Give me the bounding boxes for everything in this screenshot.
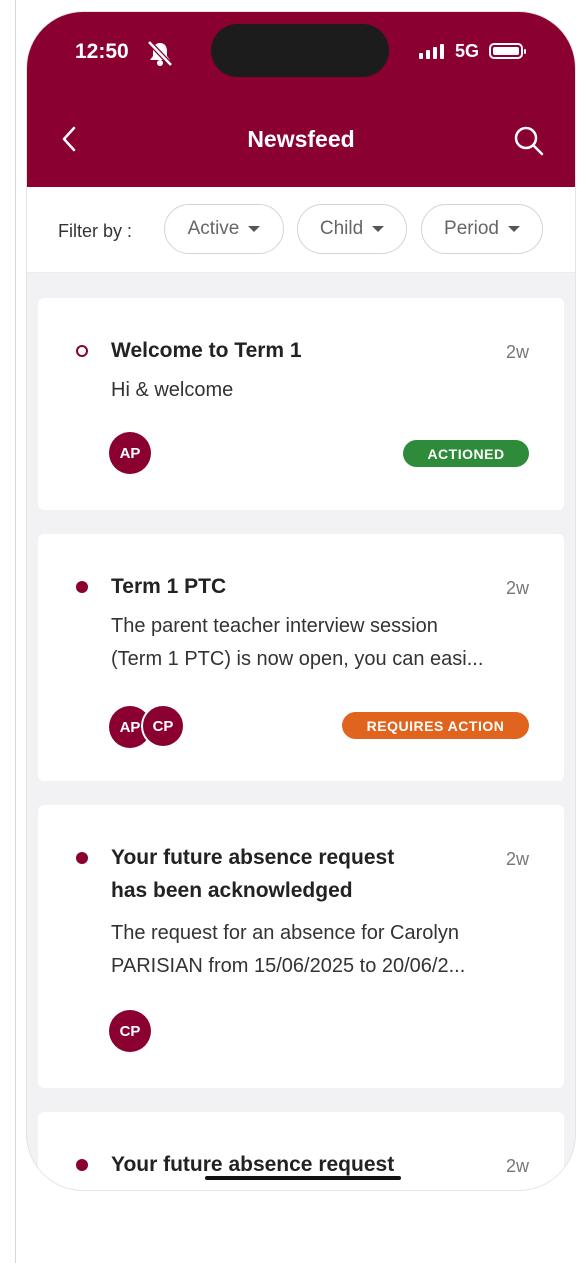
chip-label: Child <box>319 218 364 239</box>
feed-title: Welcome to Term 1 <box>111 339 302 362</box>
filter-chip-child[interactable]: Child <box>297 204 407 254</box>
feed-card[interactable]: Welcome to Term 1 2w Hi & welcome AP ACT… <box>38 298 564 510</box>
avatar: CP <box>109 1010 151 1052</box>
feed-title: Term 1 PTC <box>111 575 227 598</box>
filter-bar: Filter by : Active Child Period <box>27 187 575 273</box>
signal-icon <box>419 44 444 59</box>
feed-time: 2w <box>505 342 529 362</box>
avatar: AP <box>109 432 151 474</box>
status-time: 12:50 <box>75 40 129 63</box>
feed-title: Your future absence request has been ack… <box>111 846 395 902</box>
caret-down-icon <box>248 226 261 232</box>
caret-down-icon <box>507 226 520 232</box>
unread-indicator <box>76 852 88 864</box>
chip-label: Period <box>444 218 499 239</box>
network-label: 5G <box>455 41 480 61</box>
status-badge: REQUIRES ACTION <box>342 712 529 739</box>
caret-down-icon <box>372 226 385 232</box>
unread-indicator <box>76 581 88 593</box>
unread-indicator <box>76 1159 88 1171</box>
bell-slash-icon <box>145 38 175 73</box>
page-title: Newsfeed <box>247 126 355 152</box>
feed-body: The parent teacher interview session (Te… <box>111 615 484 670</box>
feed-card[interactable]: Your future absence request has been ack… <box>38 805 564 1088</box>
battery-icon <box>489 43 526 59</box>
feed-body: The request for an absence for Carolyn P… <box>111 922 466 977</box>
chip-label: Active <box>187 218 240 239</box>
dynamic-island <box>211 24 389 77</box>
avatar: CP <box>141 704 185 748</box>
feed-time: 2w <box>505 1156 529 1176</box>
feed-time: 2w <box>505 578 529 598</box>
feed-time: 2w <box>505 849 529 869</box>
home-indicator[interactable] <box>205 1176 401 1180</box>
read-indicator <box>76 345 88 357</box>
page-divider <box>15 0 16 1263</box>
phone-screen: 12:50 5G Newsfeed Filter by: Active Chi… <box>27 12 575 1190</box>
filter-chip-active[interactable]: Active <box>164 204 284 254</box>
feed-body: Hi & welcome <box>111 379 234 401</box>
filter-chip-period[interactable]: Period <box>421 204 543 254</box>
status-badge: ACTIONED <box>403 440 529 467</box>
filter-label: Filter by : <box>58 221 133 241</box>
search-icon[interactable] <box>513 125 545 162</box>
feed-card[interactable]: Term 1 PTC 2w The parent teacher intervi… <box>38 534 564 781</box>
app-header: 12:50 5G Newsfeed <box>27 12 575 187</box>
